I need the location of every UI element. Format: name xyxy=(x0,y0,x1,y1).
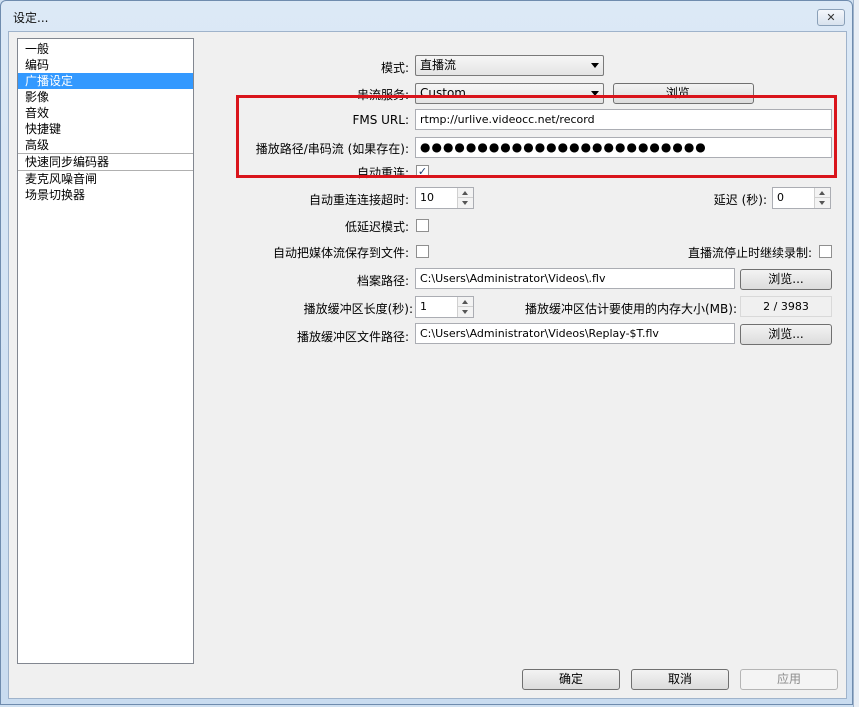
auto-reconnect-checkbox[interactable]: ✓ xyxy=(416,165,429,178)
service-label: 串流服务: xyxy=(356,88,409,102)
apply-button[interactable]: 应用 xyxy=(740,669,838,690)
cancel-button[interactable]: 取消 xyxy=(631,669,729,690)
chevron-down-icon xyxy=(591,91,599,96)
sidebar-item-video[interactable]: 影像 xyxy=(18,89,193,105)
keep-recording-label: 直播流停止时继续录制: xyxy=(687,246,812,260)
low-latency-label: 低延迟模式: xyxy=(344,220,409,234)
service-select[interactable]: Custom xyxy=(415,83,604,104)
mode-select-value: 直播流 xyxy=(420,58,457,72)
ok-button[interactable]: 确定 xyxy=(522,669,620,690)
spinner-up-icon[interactable] xyxy=(815,188,830,198)
buffer-length-label: 播放缓冲区长度(秒): xyxy=(303,302,413,316)
save-to-file-label: 自动把媒体流保存到文件: xyxy=(272,246,409,260)
buffer-length-value: 1 xyxy=(420,300,427,313)
buffer-path-browse-button[interactable]: 浏览... xyxy=(740,324,832,345)
delay-value: 0 xyxy=(777,191,784,204)
spinner-arrows[interactable] xyxy=(457,188,473,208)
sidebar-item-encoding[interactable]: 编码 xyxy=(18,57,193,73)
settings-window: 设定... ✕ 一般 编码 广播设定 影像 音效 快捷键 高级 快速同步编码器 … xyxy=(0,0,853,705)
title-bar: 设定... ✕ xyxy=(1,1,852,31)
file-path-browse-button[interactable]: 浏览... xyxy=(740,269,832,290)
spinner-down-icon[interactable] xyxy=(458,198,473,208)
window-title: 设定... xyxy=(13,11,49,25)
low-latency-checkbox[interactable] xyxy=(416,219,429,232)
reconnect-timeout-value: 10 xyxy=(420,191,434,204)
reconnect-timeout-label: 自动重连连接超时: xyxy=(308,193,409,207)
stream-key-input[interactable]: ●●●●●●●●●●●●●●●●●●●●●●●●● xyxy=(415,137,832,158)
sidebar-item-noise-gate[interactable]: 麦克风噪音闸 xyxy=(18,170,193,187)
reconnect-timeout-spinner[interactable]: 10 xyxy=(415,187,474,209)
stream-key-label: 播放路径/串码流 (如果存在): xyxy=(255,142,409,156)
mode-select[interactable]: 直播流 xyxy=(415,55,604,76)
close-button[interactable]: ✕ xyxy=(817,9,845,26)
close-icon: ✕ xyxy=(826,11,836,24)
sidebar-item-hotkeys[interactable]: 快捷键 xyxy=(18,121,193,137)
buffer-path-label: 播放缓冲区文件路径: xyxy=(296,330,409,344)
delay-spinner[interactable]: 0 xyxy=(772,187,831,209)
spinner-arrows[interactable] xyxy=(814,188,830,208)
mode-label: 模式: xyxy=(380,61,409,75)
service-select-value: Custom xyxy=(420,86,466,100)
spinner-up-icon[interactable] xyxy=(458,297,473,307)
sidebar-item-audio[interactable]: 音效 xyxy=(18,105,193,121)
buffer-memory-label: 播放缓冲区估计要使用的内存大小(MB): xyxy=(525,302,737,316)
fms-url-label: FMS URL: xyxy=(352,113,409,127)
file-path-label: 档案路径: xyxy=(356,274,409,288)
sidebar-item-scene-switcher[interactable]: 场景切换器 xyxy=(18,187,193,203)
sidebar-item-advanced[interactable]: 高级 xyxy=(18,137,193,153)
spinner-down-icon[interactable] xyxy=(458,307,473,317)
keep-recording-checkbox[interactable] xyxy=(819,245,832,258)
sidebar-item-broadcast[interactable]: 广播设定 xyxy=(18,73,193,89)
auto-reconnect-label: 自动重连: xyxy=(356,166,409,180)
delay-label: 延迟 (秒): xyxy=(713,193,767,207)
sidebar-item-quicksync[interactable]: 快速同步编码器 xyxy=(18,153,193,170)
service-browse-button[interactable]: 浏览... xyxy=(613,83,754,104)
chevron-down-icon xyxy=(591,63,599,68)
save-to-file-checkbox[interactable] xyxy=(416,245,429,258)
spinner-arrows[interactable] xyxy=(457,297,473,317)
sidebar-item-general[interactable]: 一般 xyxy=(18,41,193,57)
fms-url-input[interactable]: rtmp://urlive.videocc.net/record xyxy=(415,109,832,130)
spinner-up-icon[interactable] xyxy=(458,188,473,198)
buffer-memory-value: 2 / 3983 xyxy=(740,296,832,317)
spinner-down-icon[interactable] xyxy=(815,198,830,208)
settings-category-list[interactable]: 一般 编码 广播设定 影像 音效 快捷键 高级 快速同步编码器 麦克风噪音闸 场… xyxy=(17,38,194,664)
background-window-edge xyxy=(853,0,859,707)
buffer-length-spinner[interactable]: 1 xyxy=(415,296,474,318)
buffer-path-input[interactable]: C:\Users\Administrator\Videos\Replay-$T.… xyxy=(415,323,735,344)
file-path-input[interactable]: C:\Users\Administrator\Videos\.flv xyxy=(415,268,735,289)
settings-panel: 一般 编码 广播设定 影像 音效 快捷键 高级 快速同步编码器 麦克风噪音闸 场… xyxy=(8,31,847,699)
